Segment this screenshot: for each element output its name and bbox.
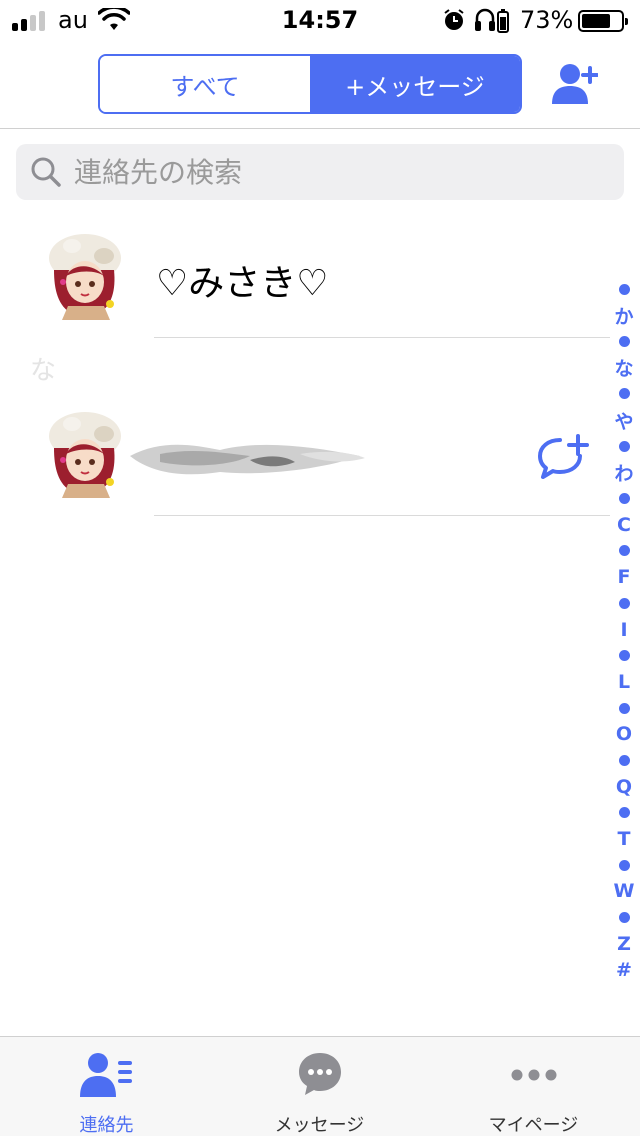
index-letter[interactable]: O [616, 721, 632, 747]
battery-icon [578, 10, 628, 32]
index-dot[interactable] [618, 433, 630, 459]
index-dot-icon [618, 545, 630, 557]
index-dot[interactable] [618, 695, 630, 721]
more-icon [511, 1069, 556, 1081]
index-dot[interactable] [618, 852, 630, 878]
search-bar [16, 144, 624, 200]
add-contact-icon[interactable] [550, 62, 598, 106]
section-label: な [30, 356, 57, 386]
index-dot-icon [618, 807, 630, 819]
tab-messages[interactable]: メッセージ [213, 1037, 426, 1136]
search-icon [31, 157, 61, 187]
index-dot[interactable] [618, 747, 630, 773]
index-dot[interactable] [618, 381, 630, 407]
index-letter[interactable]: な [614, 355, 633, 381]
index-dot-icon [618, 859, 630, 871]
tab-label: メッセージ [274, 1115, 365, 1136]
headphones-icon [475, 8, 495, 31]
contact-row[interactable]: ♡みさき♡ [0, 226, 610, 338]
row-divider [154, 515, 610, 516]
tab-bar: 連絡先 メッセージ マイページ [0, 1036, 640, 1136]
index-dot[interactable] [618, 800, 630, 826]
index-dot[interactable] [618, 590, 630, 616]
alarm-icon [444, 9, 464, 30]
index-letter[interactable]: わ [614, 459, 633, 485]
index-letter[interactable]: か [614, 302, 633, 328]
index-letter[interactable]: # [616, 957, 632, 983]
index-letter[interactable]: I [620, 616, 627, 642]
alphabet-index-bar[interactable]: かなやわ C F I L O Q T W Z # [608, 276, 640, 983]
index-dot-icon [618, 754, 630, 766]
chat-add-icon[interactable] [536, 434, 590, 480]
search-input[interactable] [74, 152, 604, 192]
index-dot[interactable] [618, 328, 630, 354]
index-letter[interactable]: L [618, 669, 630, 695]
tab-label: 連絡先 [79, 1115, 134, 1136]
contacts-icon [79, 1053, 132, 1097]
index-dot-icon [618, 388, 630, 400]
contact-name: ♡みさき♡ [156, 263, 329, 304]
filter-segmented-control: すべて +メッセージ [98, 54, 522, 114]
battery-vertical-icon [497, 9, 509, 33]
avatar-chef-girl [49, 234, 121, 320]
index-dot-icon [618, 440, 630, 452]
message-icon [298, 1053, 341, 1095]
index-letter[interactable]: Z [617, 931, 631, 957]
index-dot-icon [618, 912, 630, 924]
index-letter[interactable]: F [618, 564, 631, 590]
index-dot-icon [618, 650, 630, 662]
index-letter[interactable]: T [618, 826, 631, 852]
battery-percent: 73% [520, 6, 574, 34]
index-dot-icon [618, 493, 630, 505]
index-dot-icon [618, 335, 630, 347]
index-dot[interactable] [618, 538, 630, 564]
tab-label: マイページ [488, 1115, 579, 1136]
index-dot-icon [618, 283, 630, 295]
header-divider [0, 128, 640, 129]
obscured-name-scribble [130, 444, 365, 475]
index-dot[interactable] [618, 905, 630, 931]
tab-all[interactable]: すべて [100, 56, 310, 112]
status-bar: au 14:57 73% [0, 0, 640, 40]
index-letter[interactable]: や [614, 407, 633, 433]
row-divider [154, 337, 610, 338]
index-letter[interactable]: W [614, 878, 635, 904]
tab-message[interactable]: +メッセージ [310, 56, 520, 112]
tab-contacts[interactable]: 連絡先 [0, 1037, 213, 1136]
index-dot[interactable] [618, 643, 630, 669]
index-letter[interactable]: Q [616, 774, 632, 800]
index-dot[interactable] [618, 276, 630, 302]
index-dot-icon [618, 702, 630, 714]
tab-mypage[interactable]: マイページ [427, 1037, 640, 1136]
index-dot-icon [618, 597, 630, 609]
index-dot[interactable] [618, 486, 630, 512]
index-letter[interactable]: C [617, 512, 631, 538]
